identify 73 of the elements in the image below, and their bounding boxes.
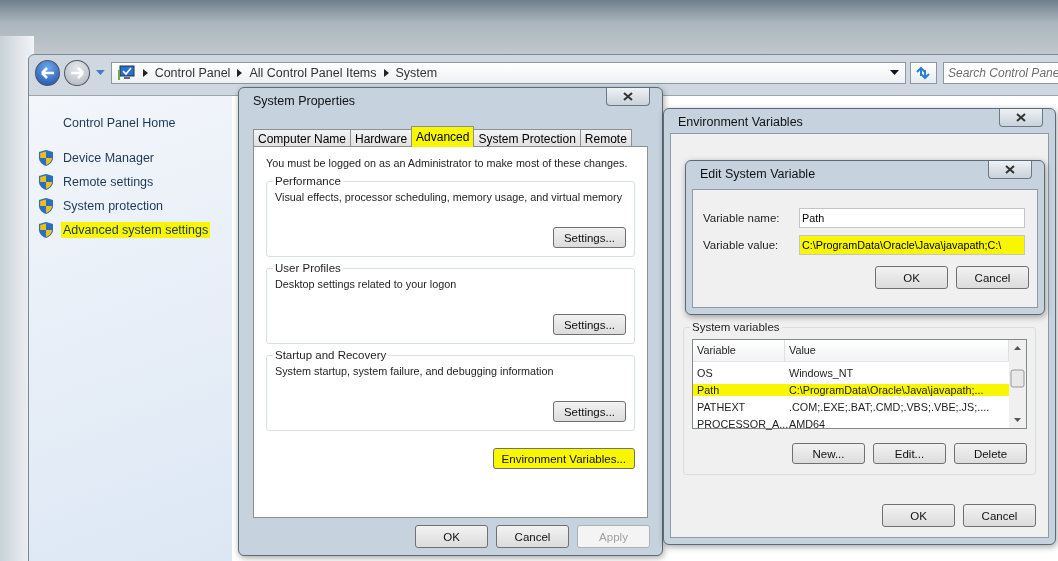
- chevron-icon[interactable]: [142, 69, 148, 77]
- dialog-button[interactable]: OK: [875, 266, 948, 289]
- table-cell: Path: [693, 383, 785, 396]
- shield-icon: [39, 174, 53, 190]
- table-cell-text: AMD64: [788, 417, 826, 430]
- close-button[interactable]: [999, 109, 1043, 127]
- settings-button[interactable]: Settings...: [553, 314, 626, 335]
- dialog-button[interactable]: Cancel: [956, 266, 1029, 289]
- chevron-icon[interactable]: [237, 69, 243, 77]
- group-title: User Profiles: [274, 262, 342, 274]
- tab[interactable]: System Protection: [473, 129, 581, 147]
- back-button[interactable]: [35, 60, 61, 86]
- close-button[interactable]: [606, 88, 650, 106]
- shield-icon: [39, 150, 53, 166]
- search-field[interactable]: Search Control Pane: [943, 62, 1058, 84]
- dialog-button[interactable]: OK: [415, 525, 488, 548]
- dialog-button[interactable]: Cancel: [496, 525, 569, 548]
- close-icon: [1016, 113, 1026, 122]
- close-icon: [1005, 165, 1015, 174]
- environment-variables-button[interactable]: Environment Variables...: [492, 448, 635, 469]
- breadcrumb-item[interactable]: System: [395, 66, 438, 80]
- shield-icon: [39, 198, 53, 214]
- dialog-title: Environment Variables: [678, 115, 803, 129]
- close-button[interactable]: [988, 161, 1032, 179]
- input-field[interactable]: Path: [799, 208, 1025, 228]
- scrollbar[interactable]: [1009, 340, 1026, 428]
- back-arrow-icon: [39, 66, 56, 80]
- settings-button[interactable]: Settings...: [553, 227, 626, 248]
- table-cell-text: Windows_NT: [788, 366, 855, 379]
- refresh-button[interactable]: [909, 62, 937, 84]
- sidebar-link[interactable]: Control Panel Home: [63, 116, 232, 130]
- dialog-title: Edit System Variable: [700, 167, 816, 181]
- sidebar-link[interactable]: Device Manager: [61, 150, 156, 166]
- tab[interactable]: Remote: [579, 129, 632, 147]
- sidebar-link[interactable]: Advanced system settings: [61, 222, 211, 238]
- breadcrumb-item[interactable]: All Control Panel Items: [249, 66, 377, 80]
- dialog-title: System Properties: [253, 94, 356, 108]
- field-label: Variable value:: [703, 239, 780, 251]
- table-cell-text: OS: [696, 366, 714, 379]
- table-cell-text: .COM;.EXE;.BAT;.CMD;.VBS;.VBE;.JS;....: [788, 400, 991, 413]
- sidebar-link[interactable]: System protection: [61, 198, 166, 214]
- group-title: Startup and Recovery: [274, 349, 388, 361]
- shield-icon: [39, 222, 53, 238]
- group-description: Desktop settings related to your logon: [275, 278, 457, 292]
- sidebar-link[interactable]: Remote settings: [61, 174, 156, 190]
- forward-arrow-icon: [69, 66, 86, 80]
- table-cell-text: PATHEXT: [696, 400, 747, 413]
- action-button[interactable]: Delete: [954, 443, 1027, 464]
- dialog-button[interactable]: OK: [882, 504, 955, 527]
- tab[interactable]: Advanced: [411, 126, 475, 147]
- column-header[interactable]: Variable: [693, 340, 785, 361]
- close-icon: [623, 92, 633, 101]
- action-button[interactable]: New...: [792, 443, 865, 464]
- group-description: System startup, system failure, and debugging information: [275, 365, 554, 379]
- action-button[interactable]: Edit...: [873, 443, 946, 464]
- computer-icon: [117, 65, 136, 81]
- group-description: Visual effects, processor scheduling, memory usage, and virtual memory: [275, 191, 623, 205]
- field-label: Variable name:: [703, 212, 781, 224]
- group-title: Performance: [274, 175, 342, 187]
- group-title: System variables: [691, 321, 781, 333]
- dropdown-caret-icon[interactable]: [889, 70, 899, 76]
- input-field[interactable]: C:\ProgramData\Oracle\Java\javapath;C:\: [799, 235, 1025, 255]
- table-cell: C:\ProgramData\Oracle\Java\javapath;...: [785, 383, 1009, 396]
- tab[interactable]: Computer Name: [253, 129, 352, 147]
- refresh-arrows-icon: [915, 66, 932, 80]
- chevron-icon[interactable]: [383, 69, 389, 77]
- breadcrumb-item[interactable]: Control Panel: [154, 66, 231, 80]
- forward-button[interactable]: [64, 60, 90, 86]
- address-bar[interactable]: Control Panel All Control Panel Items System: [110, 62, 906, 84]
- tab[interactable]: Hardware: [350, 129, 413, 147]
- notice-text: You must be logged on as an Administrator to make most of these changes.: [266, 157, 628, 169]
- settings-button[interactable]: Settings...: [553, 401, 626, 422]
- dialog-button[interactable]: Cancel: [963, 504, 1036, 527]
